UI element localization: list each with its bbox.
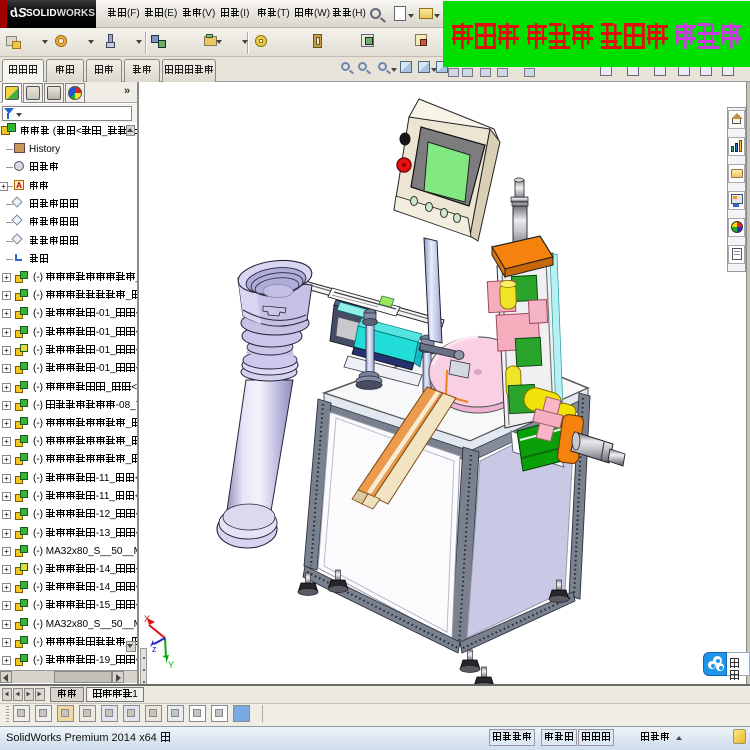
- svg-text:X: X: [144, 614, 150, 624]
- svg-text:z: z: [152, 644, 157, 654]
- svg-text:Y: Y: [168, 660, 174, 670]
